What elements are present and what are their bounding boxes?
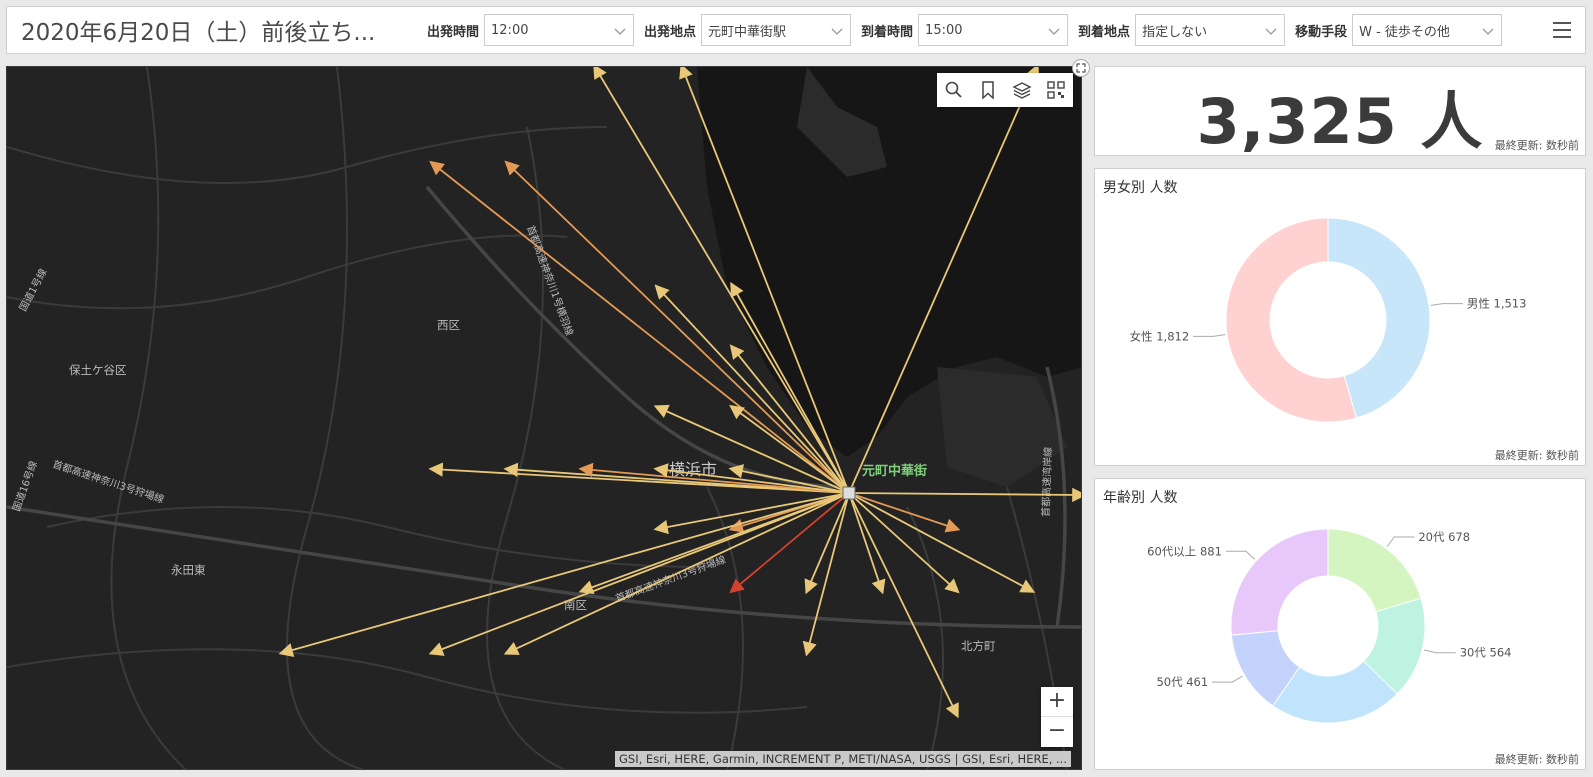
qr-icon[interactable]: [1046, 80, 1066, 100]
flow-arrow[interactable]: [802, 492, 850, 657]
arrival-place-select[interactable]: 指定しない: [1135, 14, 1286, 46]
flow-arrow[interactable]: [848, 492, 959, 719]
flow-arrow[interactable]: [578, 462, 850, 494]
donut-slice[interactable]: [1230, 528, 1329, 636]
select-value: W - 徒歩その他: [1359, 24, 1450, 40]
leader-line: [1386, 536, 1415, 547]
slice-label: 女性 1,812: [1130, 329, 1190, 343]
expand-icon[interactable]: [1072, 59, 1090, 77]
slice-label: 60代以上 881: [1147, 544, 1222, 558]
slice-label: 30代 564: [1460, 646, 1512, 660]
filter-arrival-time: 到着時間 15:00: [861, 14, 1069, 46]
flow-arrow[interactable]: [730, 281, 850, 494]
flow-arrow[interactable]: [428, 492, 850, 656]
departure-time-select[interactable]: 12:00: [484, 14, 635, 46]
chevron-down-icon: [1048, 28, 1060, 35]
gender-chart-panel: 男女別 人数 男性 1,513 女性 1,812 最終更新: 数秒前: [1094, 168, 1586, 466]
layers-icon[interactable]: [1012, 80, 1032, 100]
map-toolbar: [937, 73, 1073, 107]
flow-arrow[interactable]: [504, 160, 850, 494]
age-donut-chart[interactable]: 20代 678 30代 564 50代 461 60代以上 881: [1095, 479, 1585, 769]
last-updated: 最終更新: 数秒前: [1494, 449, 1579, 462]
filter-arrival-place: 到着地点 指定しない: [1078, 14, 1286, 46]
flow-arrow[interactable]: [848, 487, 1082, 503]
flow-arrow[interactable]: [593, 67, 850, 494]
chevron-down-icon: [614, 28, 626, 35]
chevron-down-icon: [831, 28, 843, 35]
flow-arrow[interactable]: [729, 492, 850, 594]
leader-line: [1423, 649, 1456, 654]
slice-label: 男性 1,513: [1467, 297, 1527, 311]
zoom-out-button[interactable]: −: [1041, 717, 1073, 747]
chevron-down-icon: [1482, 28, 1494, 35]
flow-arrow[interactable]: [653, 492, 850, 535]
search-icon[interactable]: [944, 80, 964, 100]
leader-line: [1430, 303, 1463, 306]
chevron-down-icon: [1265, 28, 1277, 35]
filter-departure-place: 出発地点 元町中華街駅: [644, 14, 852, 46]
select-value: 元町中華街駅: [708, 24, 787, 40]
flow-lines: [278, 67, 1082, 719]
filter-label: 到着時間: [861, 24, 914, 40]
zoom-in-button[interactable]: +: [1041, 687, 1073, 717]
slice-label: 50代 461: [1156, 675, 1208, 689]
map-attribution: GSI, Esri, HERE, Garmin, INCREMENT P, ME…: [615, 751, 1071, 767]
filter-label: 到着地点: [1078, 24, 1131, 40]
flow-map[interactable]: 西区 保土ケ谷区 永田東 横浜市 南区 北方町 元町中華街 国道1号線 首都高速…: [6, 66, 1082, 770]
leader-line: [1193, 334, 1226, 337]
gender-donut-chart[interactable]: 男性 1,513 女性 1,812: [1095, 169, 1585, 465]
filter-label: 出発地点: [644, 24, 697, 40]
leader-line: [1212, 675, 1243, 683]
flow-arrow[interactable]: [848, 67, 1040, 494]
filter-transport: 移動手段 W - 徒歩その他: [1295, 14, 1503, 46]
filter-label: 移動手段: [1295, 24, 1348, 40]
transport-select[interactable]: W - 徒歩その他: [1352, 14, 1503, 46]
header-bar: 2020年6月20日（土）前後立ち... 出発時間 12:00 出発地点 元町中…: [6, 6, 1586, 54]
select-value: 15:00: [925, 22, 963, 38]
last-updated: 最終更新: 数秒前: [1494, 753, 1579, 766]
flow-arrow[interactable]: [503, 492, 850, 655]
donut-slice[interactable]: [1327, 528, 1422, 613]
origin-marker[interactable]: [842, 486, 856, 500]
arrival-time-select[interactable]: 15:00: [918, 14, 1069, 46]
select-value: 指定しない: [1142, 24, 1208, 40]
age-chart-panel: 年齢別 人数 20代 678 30代 564 50代 461 60代以上 881 最終…: [1094, 478, 1586, 770]
last-updated: 最終更新: 数秒前: [1494, 139, 1579, 152]
flow-arrow[interactable]: [429, 160, 850, 494]
slice-label: 20代 678: [1418, 530, 1470, 544]
filter-departure-time: 出発時間 12:00: [427, 14, 635, 46]
total-count-panel: 3,325 人 最終更新: 数秒前: [1094, 66, 1586, 158]
flow-arrow[interactable]: [848, 492, 961, 533]
filter-label: 出発時間: [427, 24, 480, 40]
flow-arrow[interactable]: [654, 284, 850, 494]
leader-line: [1225, 550, 1256, 560]
hamburger-menu-icon[interactable]: [1551, 19, 1573, 41]
page-title: 2020年6月20日（土）前後立ち...: [21, 20, 376, 46]
select-value: 12:00: [491, 22, 529, 38]
departure-place-select[interactable]: 元町中華街駅: [701, 14, 852, 46]
flow-arrow[interactable]: [278, 492, 850, 657]
flow-arrow[interactable]: [503, 462, 850, 494]
bookmark-icon[interactable]: [978, 80, 998, 100]
zoom-control: + −: [1041, 687, 1073, 747]
